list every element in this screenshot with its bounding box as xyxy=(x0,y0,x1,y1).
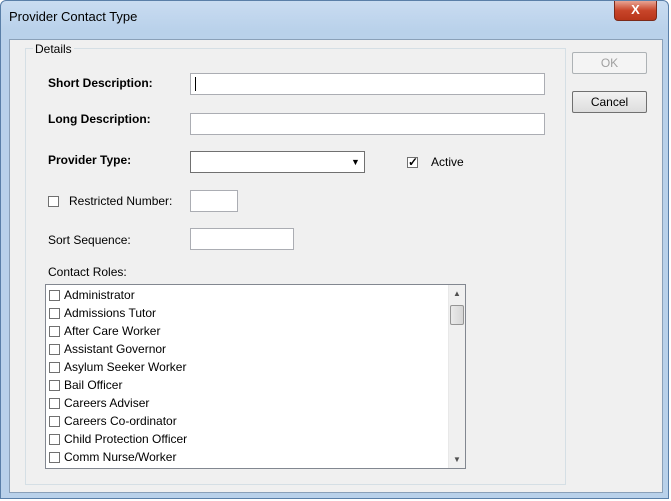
scroll-down-icon[interactable]: ▼ xyxy=(449,451,465,468)
scrollbar-thumb[interactable] xyxy=(450,305,464,325)
list-item-checkbox[interactable] xyxy=(49,362,60,373)
close-button[interactable]: X xyxy=(614,1,657,21)
restricted-number-label: Restricted Number: xyxy=(69,194,173,208)
title-bar[interactable]: Provider Contact Type X xyxy=(1,1,668,39)
active-label: Active xyxy=(431,155,464,169)
list-item-checkbox[interactable] xyxy=(49,434,60,445)
restricted-number-checkbox[interactable] xyxy=(48,196,59,207)
ok-button[interactable]: OK xyxy=(572,52,647,74)
active-checkbox[interactable]: ✓ xyxy=(407,155,419,169)
scroll-up-icon[interactable]: ▲ xyxy=(449,285,465,302)
restricted-number-input[interactable] xyxy=(190,190,238,212)
details-group-title: Details xyxy=(33,42,74,56)
list-item-checkbox[interactable] xyxy=(49,398,60,409)
chevron-down-icon[interactable]: ▼ xyxy=(347,152,364,172)
text-caret xyxy=(195,77,196,91)
provider-type-dropdown[interactable]: ▼ xyxy=(190,151,365,173)
contact-roles-listbox[interactable]: Administrator Admissions Tutor After Car… xyxy=(45,284,466,469)
short-description-input[interactable] xyxy=(190,73,545,95)
list-item-checkbox[interactable] xyxy=(49,452,60,463)
provider-type-label: Provider Type: xyxy=(48,153,132,167)
short-description-label: Short Description: xyxy=(48,76,153,90)
dialog-window: Provider Contact Type X Details Short De… xyxy=(0,0,669,499)
sort-sequence-label: Sort Sequence: xyxy=(48,233,131,247)
list-item-checkbox[interactable] xyxy=(49,290,60,301)
long-description-label: Long Description: xyxy=(48,112,151,126)
close-icon: X xyxy=(631,2,640,17)
list-item-checkbox[interactable] xyxy=(49,308,60,319)
list-item-checkbox[interactable] xyxy=(49,380,60,391)
sort-sequence-input[interactable] xyxy=(190,228,294,250)
list-item-checkbox[interactable] xyxy=(49,416,60,427)
long-description-input[interactable] xyxy=(190,113,545,135)
contact-roles-label: Contact Roles: xyxy=(48,265,127,279)
listbox-scrollbar[interactable]: ▲ ▼ xyxy=(448,285,465,468)
checkmark-icon: ✓ xyxy=(408,155,419,169)
list-item-checkbox[interactable] xyxy=(49,326,60,337)
cancel-button[interactable]: Cancel xyxy=(572,91,647,113)
list-item-checkbox[interactable] xyxy=(49,344,60,355)
window-title: Provider Contact Type xyxy=(9,9,138,24)
